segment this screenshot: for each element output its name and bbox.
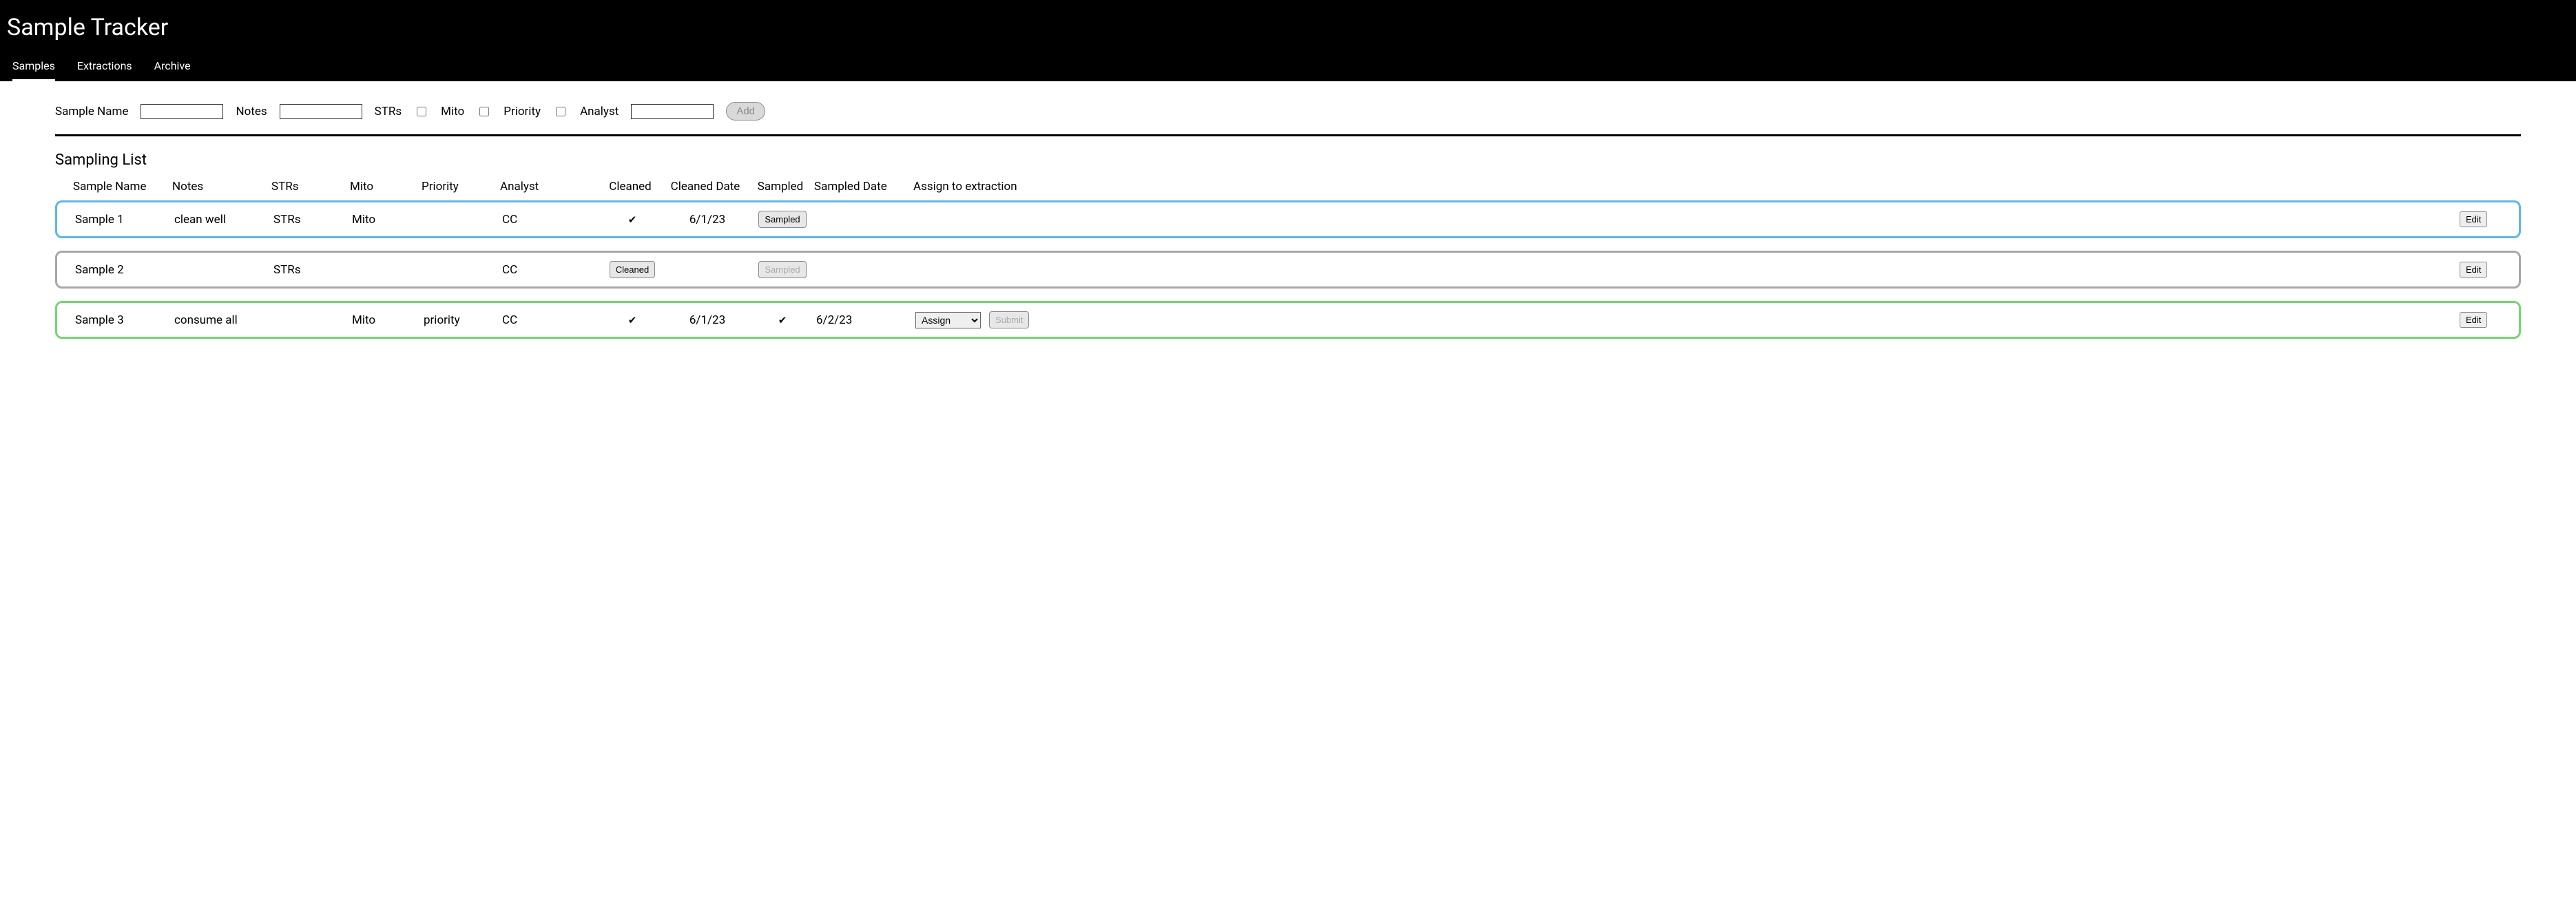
cell-assign: Assign Submit: [915, 311, 2457, 328]
col-sample-name: Sample Name: [73, 180, 169, 194]
edit-button[interactable]: Edit: [2460, 262, 2487, 278]
app-title: Sample Tracker: [7, 14, 2569, 41]
cell-analyst: CC: [502, 313, 599, 327]
notes-input[interactable]: [280, 104, 362, 119]
cell-priority: priority: [424, 313, 499, 327]
cell-sampled: Sampled: [751, 211, 813, 228]
submit-button[interactable]: Submit: [989, 311, 1029, 328]
sampled-button[interactable]: Sampled: [758, 261, 806, 278]
col-notes: Notes: [172, 180, 269, 194]
cell-mito: Mito: [352, 313, 421, 327]
cell-strs: STRs: [273, 263, 349, 277]
cell-sampled-check: ✔: [751, 314, 813, 326]
assign-select[interactable]: Assign: [915, 312, 981, 328]
tab-samples[interactable]: Samples: [12, 55, 55, 81]
sample-name-input[interactable]: [141, 104, 223, 119]
sampling-list-title: Sampling List: [55, 151, 2521, 169]
table-row: Sample 3 consume all Mito priority CC ✔ …: [55, 301, 2521, 339]
col-sampled-date: Sampled Date: [814, 180, 911, 194]
cell-notes: clean well: [174, 213, 271, 227]
add-sample-form: Sample Name Notes STRs Mito Priority Ana…: [55, 102, 2521, 136]
cell-cleaned-check: ✔: [601, 314, 663, 326]
sampling-table: Sample Name Notes STRs Mito Priority Ana…: [55, 176, 2521, 339]
table-header-row: Sample Name Notes STRs Mito Priority Ana…: [55, 176, 2521, 200]
cell-edit: Edit: [2460, 262, 2501, 278]
cell-cleaned-check: ✔: [601, 213, 663, 226]
cell-cleaned: Cleaned: [601, 261, 663, 278]
sampled-button[interactable]: Sampled: [758, 211, 806, 228]
tab-extractions[interactable]: Extractions: [77, 55, 132, 81]
add-button[interactable]: Add: [726, 102, 765, 121]
cell-sample-name: Sample 1: [75, 213, 172, 227]
col-strs: STRs: [271, 180, 347, 194]
cell-edit: Edit: [2460, 211, 2501, 227]
table-row: Sample 2 STRs CC Cleaned Sampled Edit: [55, 251, 2521, 289]
app-header: Sample Tracker Samples Extractions Archi…: [0, 0, 2576, 81]
mito-label: Mito: [441, 105, 464, 118]
cell-sample-name: Sample 3: [75, 313, 172, 327]
col-assign: Assign to extraction: [913, 180, 2459, 194]
cell-mito: Mito: [352, 213, 421, 227]
col-priority: Priority: [422, 180, 497, 194]
cell-analyst: CC: [502, 213, 599, 227]
cell-sampled: Sampled: [751, 261, 813, 278]
col-sampled: Sampled: [749, 180, 811, 194]
col-analyst: Analyst: [500, 180, 596, 194]
mito-checkbox[interactable]: [479, 107, 489, 116]
priority-label: Priority: [503, 105, 541, 118]
table-row: Sample 1 clean well STRs Mito CC ✔ 6/1/2…: [55, 200, 2521, 238]
tab-bar: Samples Extractions Archive: [7, 55, 2569, 81]
edit-button[interactable]: Edit: [2460, 211, 2487, 227]
strs-checkbox[interactable]: [417, 107, 426, 116]
analyst-input[interactable]: [631, 104, 714, 119]
cell-sample-name: Sample 2: [75, 263, 172, 277]
cell-cleaned-date: 6/1/23: [666, 313, 749, 327]
cell-notes: consume all: [174, 313, 271, 327]
notes-label: Notes: [236, 105, 267, 118]
tab-archive[interactable]: Archive: [154, 55, 191, 81]
sample-name-label: Sample Name: [55, 105, 128, 118]
col-cleaned-date: Cleaned Date: [664, 180, 747, 194]
analyst-label: Analyst: [580, 105, 619, 118]
cell-edit: Edit: [2460, 312, 2501, 328]
cleaned-button[interactable]: Cleaned: [610, 261, 655, 278]
col-cleaned: Cleaned: [599, 180, 661, 194]
cell-strs: STRs: [273, 213, 349, 227]
strs-label: STRs: [375, 105, 402, 118]
priority-checkbox[interactable]: [556, 107, 565, 116]
main-content: Sample Name Notes STRs Mito Priority Ana…: [0, 81, 2576, 372]
cell-cleaned-date: 6/1/23: [666, 213, 749, 227]
cell-analyst: CC: [502, 263, 599, 277]
col-mito: Mito: [350, 180, 419, 194]
edit-button[interactable]: Edit: [2460, 312, 2487, 328]
cell-sampled-date: 6/2/23: [816, 313, 913, 327]
